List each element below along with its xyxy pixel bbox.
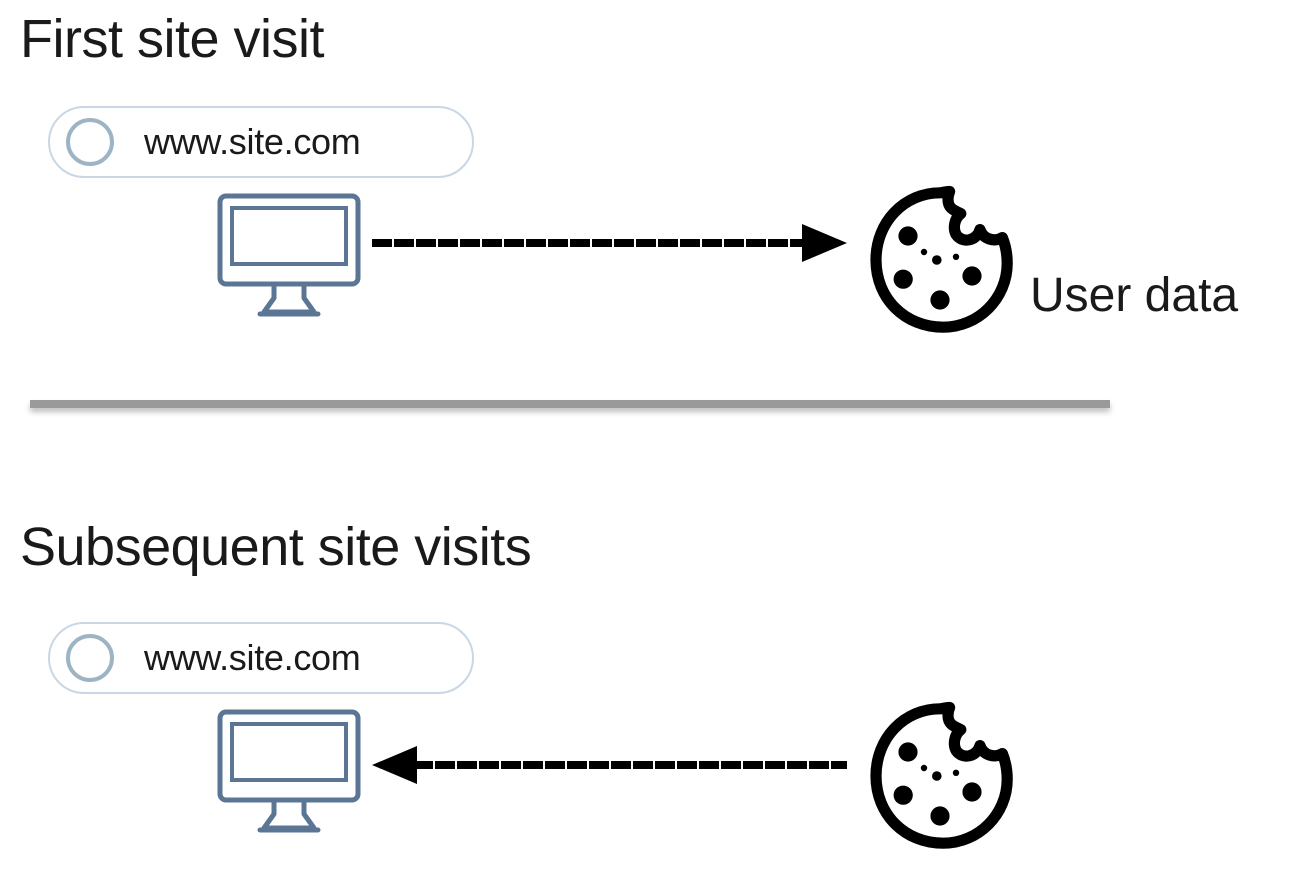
url-bar-text-top: www.site.com xyxy=(144,121,360,163)
computer-monitor-icon xyxy=(214,706,364,836)
cookie-icon xyxy=(860,696,1020,861)
url-bar-indicator-icon xyxy=(66,634,114,682)
url-bar-text-bottom: www.site.com xyxy=(144,637,360,679)
arrow-right-icon xyxy=(372,218,847,273)
url-bar-bottom: www.site.com xyxy=(48,622,474,694)
computer-monitor-icon xyxy=(214,190,364,320)
arrow-left-icon xyxy=(372,740,847,795)
section-divider xyxy=(30,400,1110,408)
heading-subsequent-visits: Subsequent site visits xyxy=(20,516,531,578)
cookie-icon xyxy=(860,180,1020,345)
heading-first-visit: First site visit xyxy=(20,8,324,70)
url-bar-indicator-icon xyxy=(66,118,114,166)
url-bar-top: www.site.com xyxy=(48,106,474,178)
cookie-label-user-data: User data xyxy=(1030,268,1238,323)
